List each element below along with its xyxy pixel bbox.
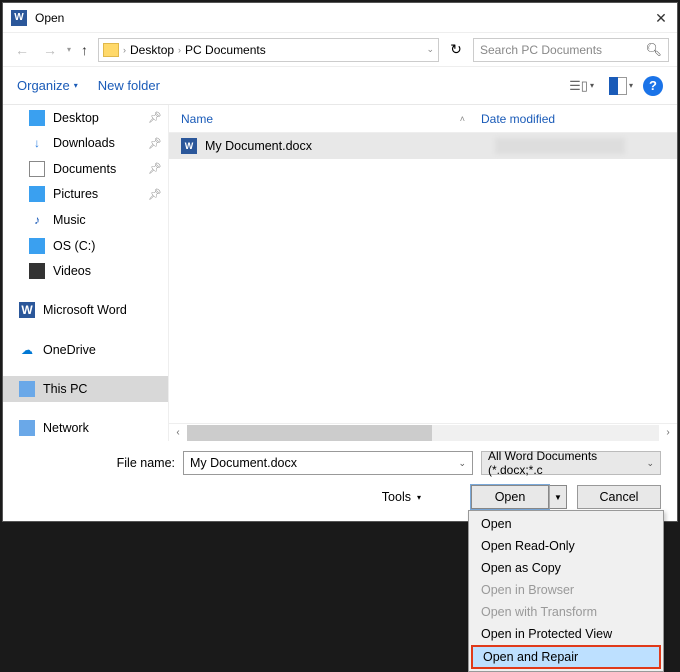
- toolbar: Organize ▾ New folder ☰▯ ▾ ▾ ?: [3, 67, 677, 105]
- refresh-button[interactable]: ↻: [445, 38, 467, 62]
- file-list[interactable]: W My Document.docx: [169, 133, 677, 423]
- videos-icon: [29, 263, 45, 279]
- open-button[interactable]: Open: [471, 485, 549, 509]
- column-date[interactable]: Date modified: [481, 112, 677, 126]
- sidebar-item-documents[interactable]: Documents 📌︎: [3, 156, 168, 182]
- chevron-down-icon[interactable]: ⌄: [426, 44, 434, 55]
- word-icon: W: [19, 302, 35, 318]
- dropdown-item-copy[interactable]: Open as Copy: [471, 557, 661, 579]
- new-folder-button[interactable]: New folder: [98, 78, 160, 93]
- word-file-icon: W: [181, 138, 197, 154]
- drive-icon: [29, 238, 45, 254]
- sidebar-item-network[interactable]: Network: [3, 415, 168, 441]
- onedrive-icon: ☁: [19, 342, 35, 358]
- help-button[interactable]: ?: [643, 76, 663, 96]
- pictures-icon: [29, 186, 45, 202]
- word-app-icon: W: [11, 10, 27, 26]
- chevron-down-icon: ▾: [629, 81, 633, 90]
- pane-icon: [609, 77, 627, 95]
- open-dropdown-button[interactable]: ▼: [549, 485, 567, 509]
- sidebar-item-thispc[interactable]: This PC: [3, 376, 168, 402]
- scroll-left-icon[interactable]: ‹: [169, 427, 187, 438]
- titlebar: W Open ✕: [3, 3, 677, 33]
- organize-button[interactable]: Organize ▾: [17, 78, 78, 93]
- chevron-down-icon: ⌄: [646, 458, 654, 469]
- tools-button[interactable]: Tools ▾: [382, 490, 421, 504]
- forward-button[interactable]: →: [39, 42, 61, 58]
- scroll-right-icon[interactable]: ›: [659, 427, 677, 438]
- dropdown-item-repair[interactable]: Open and Repair: [471, 645, 661, 669]
- sidebar-item-pictures[interactable]: Pictures 📌︎: [3, 182, 168, 208]
- dialog-title: Open: [35, 11, 653, 25]
- network-icon: [19, 420, 35, 436]
- pin-icon: 📌︎: [148, 162, 162, 175]
- dropdown-item-transform: Open with Transform: [471, 601, 661, 623]
- music-icon: ♪: [29, 212, 45, 228]
- close-icon[interactable]: ✕: [653, 10, 669, 26]
- breadcrumb[interactable]: › Desktop › PC Documents ⌄: [98, 38, 439, 62]
- bottom-panel: File name: My Document.docx ⌄ All Word D…: [3, 441, 677, 521]
- documents-icon: [29, 161, 45, 177]
- dropdown-item-browser: Open in Browser: [471, 579, 661, 601]
- dropdown-item-protected[interactable]: Open in Protected View: [471, 623, 661, 645]
- search-input[interactable]: Search PC Documents 🔍︎: [473, 38, 669, 62]
- file-date-redacted: [495, 138, 625, 154]
- column-headers: Name ˄ Date modified: [169, 105, 677, 133]
- scroll-track[interactable]: [187, 425, 659, 441]
- filename-label: File name:: [19, 456, 175, 470]
- dropdown-item-readonly[interactable]: Open Read-Only: [471, 535, 661, 557]
- pin-icon: 📌︎: [148, 188, 162, 201]
- dialog-body: Desktop 📌︎ ↓ Downloads 📌︎ Documents 📌︎ P…: [3, 105, 677, 441]
- open-dialog: W Open ✕ ← → ▾ ↑ › Desktop › PC Document…: [2, 2, 678, 522]
- sort-arrow-icon: ˄: [460, 114, 465, 124]
- back-button[interactable]: ←: [11, 42, 33, 58]
- dropdown-item-open[interactable]: Open: [471, 513, 661, 535]
- button-row: Tools ▾ Open ▼ Cancel: [19, 485, 661, 509]
- sidebar-item-onedrive[interactable]: ☁ OneDrive: [3, 337, 168, 363]
- chevron-down-icon: ▾: [417, 493, 421, 502]
- file-name: My Document.docx: [205, 139, 487, 153]
- sidebar-item-desktop[interactable]: Desktop 📌︎: [3, 105, 168, 131]
- horizontal-scrollbar[interactable]: ‹ ›: [169, 423, 677, 441]
- scroll-thumb[interactable]: [187, 425, 432, 441]
- preview-pane-button[interactable]: ▾: [609, 77, 633, 95]
- breadcrumb-item[interactable]: PC Documents: [185, 43, 266, 57]
- sidebar-item-word[interactable]: W Microsoft Word: [3, 298, 168, 324]
- folder-icon: [103, 43, 119, 57]
- search-icon: 🔍︎: [645, 42, 662, 58]
- sidebar-item-downloads[interactable]: ↓ Downloads 📌︎: [3, 131, 168, 157]
- sidebar[interactable]: Desktop 📌︎ ↓ Downloads 📌︎ Documents 📌︎ P…: [3, 105, 169, 441]
- column-name[interactable]: Name ˄: [181, 112, 481, 126]
- up-button[interactable]: ↑: [77, 42, 92, 58]
- search-placeholder: Search PC Documents: [480, 43, 602, 57]
- chevron-down-icon: ▾: [590, 81, 594, 90]
- open-split-button: Open ▼: [471, 485, 567, 509]
- thispc-icon: [19, 381, 35, 397]
- desktop-icon: [29, 110, 45, 126]
- history-dropdown-icon[interactable]: ▾: [67, 45, 71, 54]
- breadcrumb-item[interactable]: Desktop: [130, 43, 174, 57]
- filename-row: File name: My Document.docx ⌄ All Word D…: [19, 451, 661, 475]
- pin-icon: 📌︎: [148, 137, 162, 150]
- file-pane: Name ˄ Date modified W My Document.docx …: [169, 105, 677, 441]
- pin-icon: 📌︎: [148, 111, 162, 124]
- chevron-down-icon: ▾: [74, 81, 78, 90]
- open-dropdown-menu: Open Open Read-Only Open as Copy Open in…: [468, 510, 664, 672]
- download-icon: ↓: [29, 135, 45, 151]
- navbar: ← → ▾ ↑ › Desktop › PC Documents ⌄ ↻ Sea…: [3, 33, 677, 67]
- sidebar-item-os[interactable]: OS (C:): [3, 233, 168, 259]
- file-row[interactable]: W My Document.docx: [169, 133, 677, 159]
- list-view-icon: ☰▯: [569, 78, 588, 94]
- view-options-button[interactable]: ☰▯ ▾: [564, 75, 599, 97]
- chevron-down-icon[interactable]: ⌄: [458, 458, 466, 469]
- chevron-right-icon: ›: [123, 45, 126, 55]
- sidebar-item-videos[interactable]: Videos: [3, 258, 168, 284]
- filetype-select[interactable]: All Word Documents (*.docx;*.c ⌄: [481, 451, 661, 475]
- chevron-right-icon: ›: [178, 45, 181, 55]
- cancel-button[interactable]: Cancel: [577, 485, 661, 509]
- sidebar-item-music[interactable]: ♪ Music: [3, 207, 168, 233]
- filename-input[interactable]: My Document.docx ⌄: [183, 451, 473, 475]
